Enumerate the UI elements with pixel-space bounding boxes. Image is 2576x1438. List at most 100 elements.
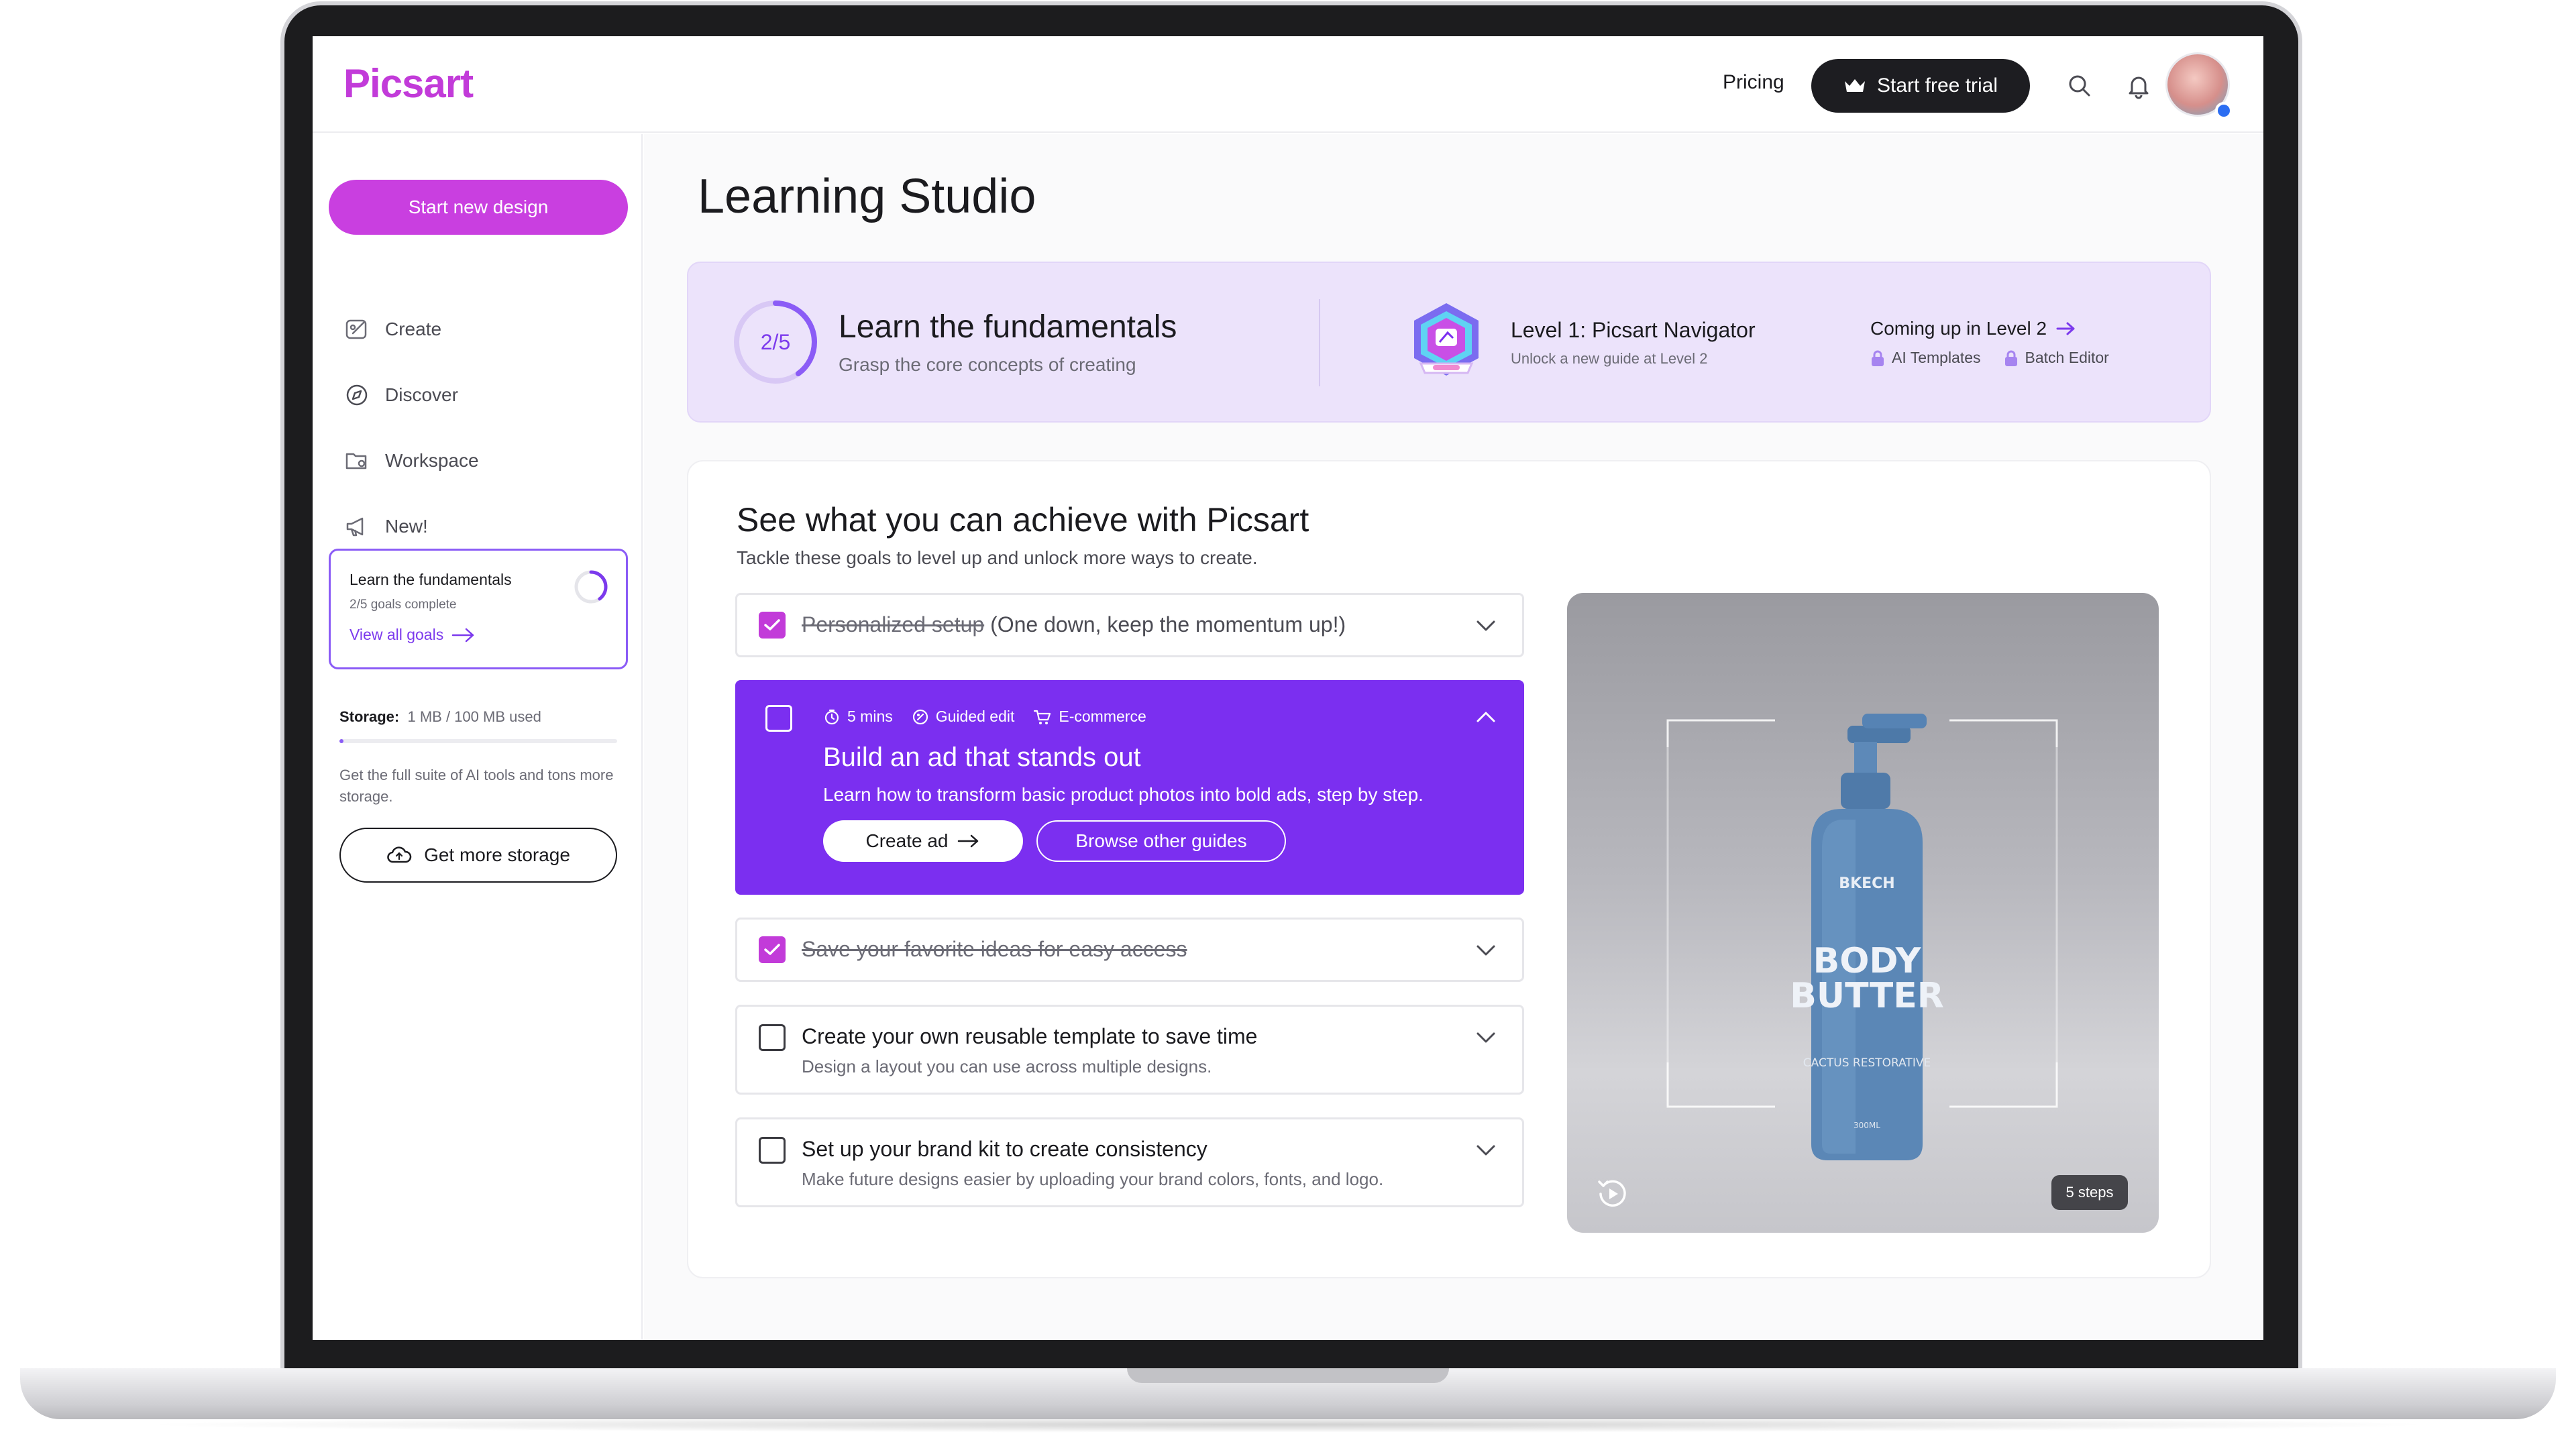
fundamentals-progress-text: 2/5 — [760, 329, 791, 354]
fundamentals-banner: 2/5 Learn the fundamentals Grasp the cor… — [687, 262, 2211, 423]
banner-subtitle: Grasp the core concepts of creating — [839, 354, 1136, 375]
chevron-up-icon[interactable] — [1472, 704, 1499, 730]
browse-other-guides-button[interactable]: Browse other guides — [1036, 820, 1286, 862]
sidebar-item-create[interactable]: Create — [343, 313, 441, 346]
arrow-right-icon — [958, 834, 979, 848]
task-checkbox-checked[interactable] — [759, 936, 786, 963]
storage-widget: Storage: 1 MB / 100 MB used Get the full… — [329, 691, 628, 892]
task-title-completed: Save your favorite ideas for easy access — [802, 937, 1187, 961]
start-free-trial-button[interactable]: Start free trial — [1811, 59, 2030, 113]
coming-up-label: Coming up in Level 2 — [1870, 318, 2047, 339]
create-ad-button[interactable]: Create ad — [823, 820, 1023, 862]
checkmark-icon — [764, 944, 780, 955]
panel-title: See what you can achieve with Picsart — [737, 501, 1309, 539]
task-title-completed: Personalized setup — [802, 612, 985, 637]
checkmark-icon — [764, 619, 780, 630]
unlock-item: AI Templates — [1870, 349, 1981, 367]
storage-bar-fill — [339, 739, 343, 743]
sidebar-item-label: New! — [385, 516, 428, 537]
search-icon[interactable] — [2065, 71, 2094, 101]
page-title: Learning Studio — [698, 170, 1036, 223]
bottle-variant-text: CACTUS RESTORATIVE — [1803, 1056, 1931, 1070]
sidebar-item-workspace[interactable]: Workspace — [343, 444, 479, 478]
task-tag-label: E-commerce — [1059, 708, 1146, 725]
task-title: Set up your brand kit to create consiste… — [802, 1137, 1208, 1161]
banner-divider — [1319, 299, 1320, 386]
cart-icon — [1034, 710, 1051, 724]
storage-label: Storage: — [339, 708, 400, 725]
task-checkbox-checked[interactable] — [759, 612, 786, 639]
task-title: Save your favorite ideas for easy access — [802, 937, 1187, 962]
task-checkbox[interactable] — [759, 1024, 786, 1051]
fundamentals-goal-card[interactable]: Learn the fundamentals 2/5 goals complet… — [329, 549, 628, 669]
lock-icon — [2004, 350, 2017, 366]
compass-icon — [346, 384, 368, 406]
bottle-line1-text: BODY — [1813, 941, 1922, 981]
panel-subtitle: Tackle these goals to level up and unloc… — [737, 547, 1258, 568]
level-subtitle: Unlock a new guide at Level 2 — [1511, 350, 1708, 367]
task-description: Learn how to transform basic product pho… — [823, 784, 1424, 805]
sidebar-item-discover[interactable]: Discover — [343, 378, 458, 412]
task-personalized-setup[interactable]: Personalized setup (One down, keep the m… — [735, 593, 1524, 657]
lock-icon — [1872, 350, 1884, 366]
bell-icon[interactable] — [2124, 71, 2153, 101]
task-checkbox[interactable] — [765, 705, 792, 732]
sidebar: Start new design Create Discover Workspa… — [313, 134, 643, 1340]
task-checkbox[interactable] — [759, 1137, 786, 1164]
app-screen: Picsart Pricing Start free trial Start n… — [313, 36, 2263, 1340]
task-tag-duration: 5 mins — [823, 708, 893, 726]
avatar-status-badge — [2215, 102, 2233, 119]
storage-bar — [339, 739, 617, 743]
task-title: Build an ad that stands out — [823, 742, 1141, 772]
chevron-down-icon[interactable] — [1472, 1137, 1499, 1164]
bottle-brand-text: BKECH — [1839, 875, 1894, 892]
unlock-item-label: Batch Editor — [2025, 349, 2109, 366]
get-more-storage-label: Get more storage — [424, 844, 570, 865]
storage-description: Get the full suite of AI tools and tons … — [339, 767, 614, 805]
chevron-down-icon[interactable] — [1472, 612, 1499, 639]
create-icon — [345, 319, 367, 339]
start-new-design-button[interactable]: Start new design — [329, 180, 628, 235]
bottle-line2-text: BUTTER — [1790, 976, 1944, 1016]
task-tag-label: 5 mins — [847, 708, 893, 725]
task-description: Design a layout you can use across multi… — [802, 1056, 1212, 1076]
chevron-down-icon[interactable] — [1472, 937, 1499, 964]
task-reusable-template[interactable]: Create your own reusable template to sav… — [735, 1005, 1524, 1095]
pricing-link[interactable]: Pricing — [1723, 71, 1784, 94]
task-tag-category: E-commerce — [1033, 708, 1146, 726]
product-bottle-image: BKECH BODY BUTTER CACTUS RESTORATIVE 300… — [1666, 714, 2058, 1160]
storage-used-text: 1 MB / 100 MB used — [407, 708, 541, 725]
level-2-unlocks: AI Templates Batch Editor — [1870, 349, 2109, 367]
sidebar-item-new[interactable]: New! — [343, 510, 428, 543]
task-save-favorites[interactable]: Save your favorite ideas for easy access — [735, 918, 1524, 982]
start-free-trial-label: Start free trial — [1876, 74, 1998, 97]
picsart-logo[interactable]: Picsart — [343, 60, 474, 107]
view-all-goals-link[interactable]: View all goals — [350, 626, 476, 644]
task-tags: 5 mins Guided edit E-commerce — [823, 708, 1146, 726]
arrow-right-icon — [451, 628, 474, 642]
task-tag-label: Guided edit — [935, 708, 1015, 725]
unlock-item: Batch Editor — [2004, 349, 2109, 367]
goal-card-progress: 2/5 goals complete — [350, 598, 457, 612]
guide-preview-video[interactable]: BKECH BODY BUTTER CACTUS RESTORATIVE 300… — [1567, 593, 2159, 1233]
replay-icon[interactable] — [1594, 1175, 1631, 1213]
goals-panel: See what you can achieve with Picsart Ta… — [687, 460, 2211, 1278]
task-note: (One down, keep the momentum up!) — [990, 612, 1346, 637]
sidebar-item-label: Create — [385, 319, 442, 339]
arrow-right-icon — [2056, 322, 2075, 335]
timer-icon — [824, 709, 839, 724]
task-title: Personalized setup (One down, keep the m… — [802, 612, 1346, 637]
task-build-ad[interactable]: 5 mins Guided edit E-commerce Build an a… — [735, 680, 1524, 895]
coming-up-link[interactable]: Coming up in Level 2 — [1870, 318, 2076, 339]
task-description: Make future designs easier by uploading … — [802, 1169, 1384, 1189]
sidebar-item-label: Discover — [385, 384, 458, 405]
sidebar-item-label: Workspace — [385, 450, 479, 471]
get-more-storage-button[interactable]: Get more storage — [339, 828, 617, 883]
chevron-down-icon[interactable] — [1472, 1024, 1499, 1051]
level-title: Level 1: Picsart Navigator — [1511, 318, 1756, 342]
storage-usage: Storage: 1 MB / 100 MB used — [339, 708, 541, 726]
task-brand-kit[interactable]: Set up your brand kit to create consiste… — [735, 1117, 1524, 1207]
workspace-icon — [345, 453, 367, 469]
create-ad-label: Create ad — [865, 830, 949, 851]
view-all-goals-label: View all goals — [350, 626, 444, 643]
